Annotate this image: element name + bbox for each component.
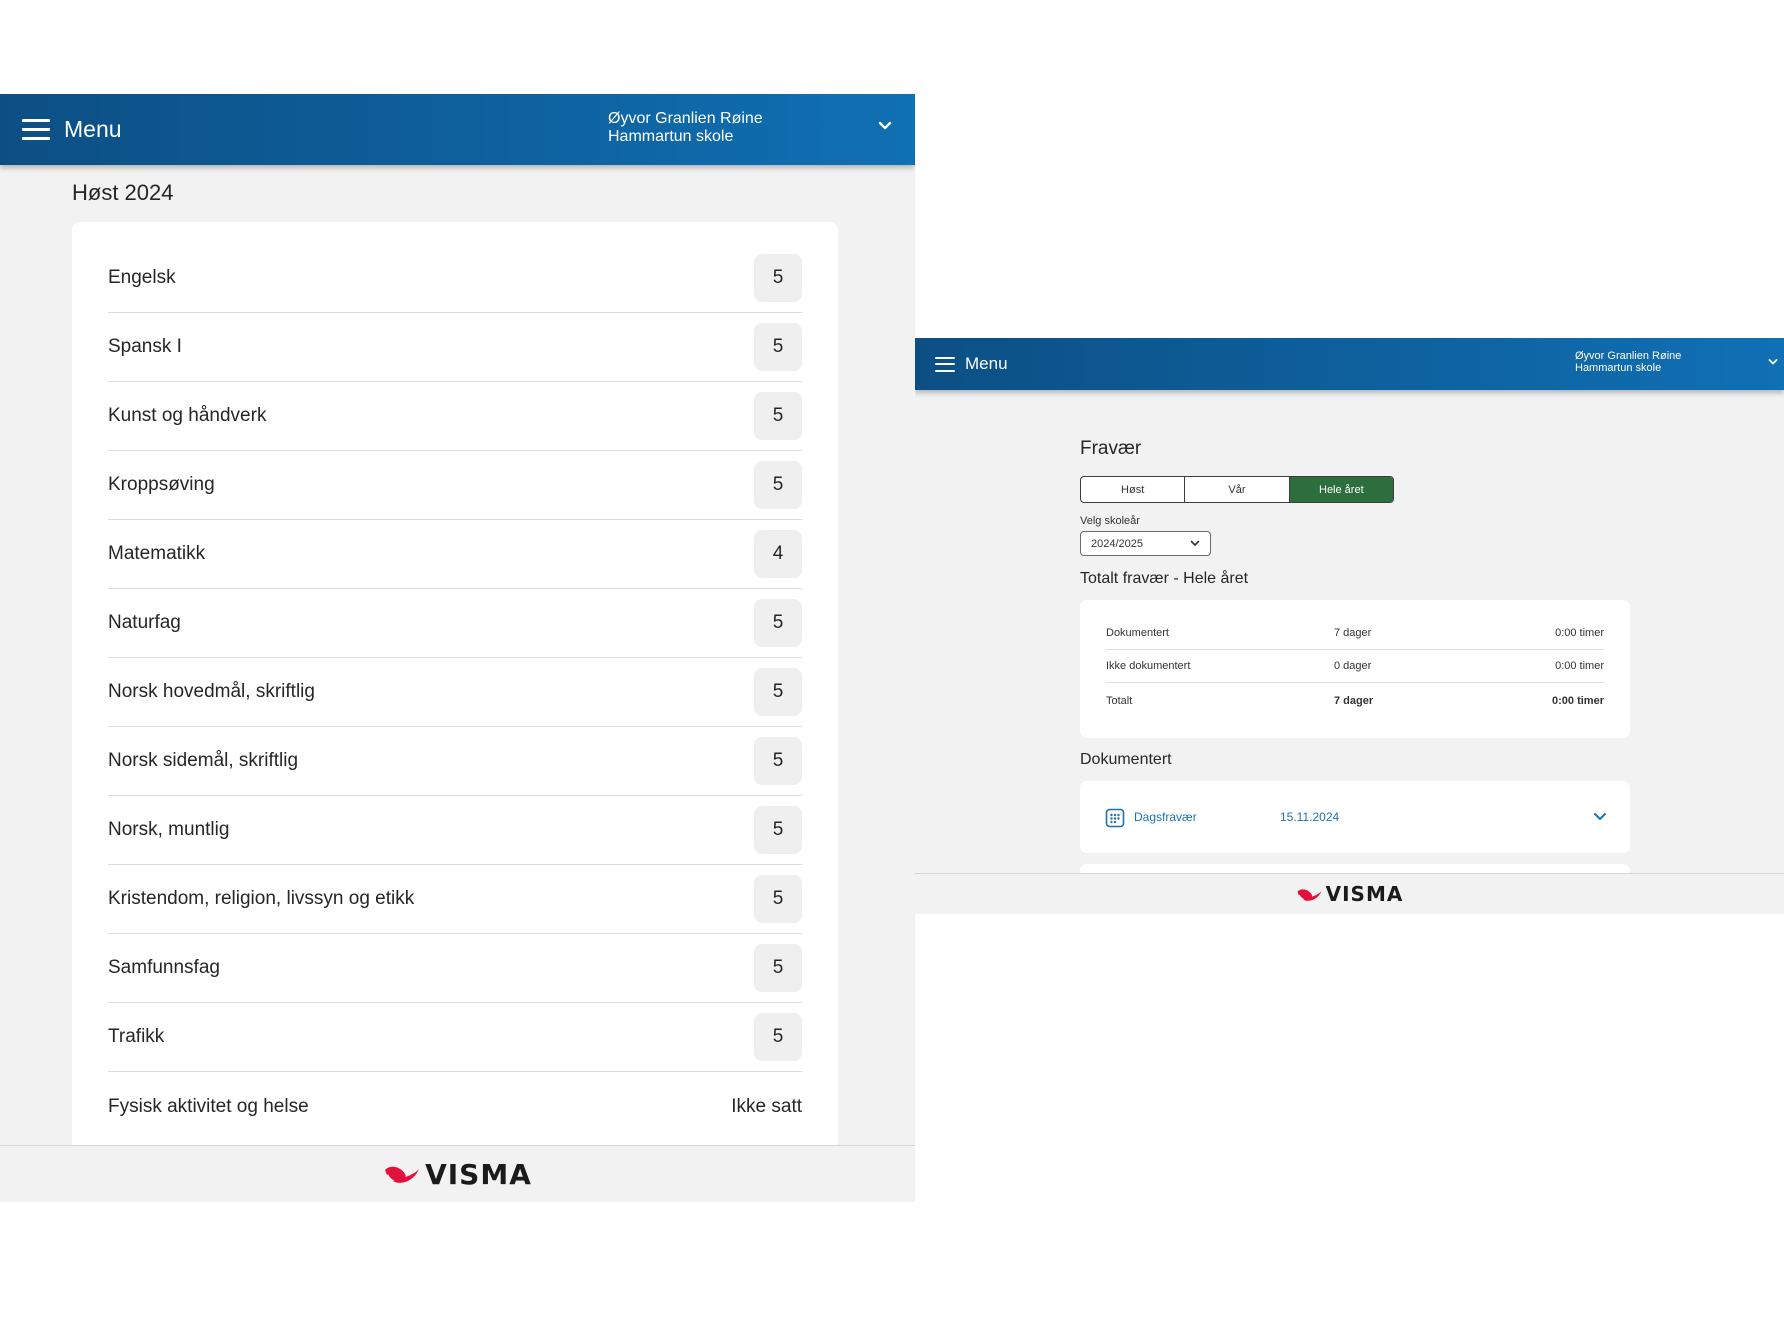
tab-var[interactable]: Vår (1185, 477, 1290, 502)
absence-row: Ikke dokumentert 0 dager 0:00 timer (1106, 650, 1604, 683)
subject-name: Norsk, muntlig (108, 819, 230, 840)
absence-type: Dagsfravær (1134, 810, 1197, 824)
grade-row: Norsk hovedmål, skriftlig 5 (108, 658, 802, 727)
expand-chevron-icon[interactable] (1593, 812, 1607, 821)
grades-card: Engelsk 5 Spansk I 5 Kunst og håndverk 5… (72, 222, 838, 1202)
absence-label: Ikke dokumentert (1106, 660, 1191, 672)
chevron-down-icon[interactable] (1768, 358, 1778, 366)
chevron-down-icon[interactable] (878, 121, 892, 131)
school-name: Hammartun skole (1575, 362, 1662, 375)
total-absence-title: Totalt fravær - Hele året (1080, 570, 1249, 587)
calendar-icon (1105, 808, 1125, 828)
subject-name: Kunst og håndverk (108, 405, 267, 426)
chevron-down-icon (1190, 540, 1200, 546)
subject-name: Matematikk (108, 543, 206, 564)
documented-item[interactable]: Dagsfravær 15.11.2024 (1080, 781, 1630, 853)
grade-row: Naturfag 5 (108, 589, 802, 658)
menu-label[interactable]: Menu (64, 116, 122, 143)
grade-row: Fysisk aktivitet og helse Ikke satt (108, 1072, 802, 1141)
section-title: Høst 2024 (72, 180, 174, 205)
page-title: Fravær (1080, 438, 1142, 459)
grade-row: Kristendom, religion, livssyn og etikk 5 (108, 865, 802, 934)
subject-name: Spansk I (108, 336, 182, 357)
grade-row: Trafikk 5 (108, 1003, 802, 1072)
absence-hours: 0:00 timer (1555, 627, 1604, 639)
grade-badge: 5 (754, 461, 802, 509)
absence-screen: Menu Øyvor Granlien Røine Hammartun skol… (915, 338, 1784, 914)
absence-label: Dokumentert (1106, 627, 1169, 639)
tab-hele-aret[interactable]: Hele året (1289, 477, 1393, 502)
school-year-select[interactable]: 2024/2025 (1080, 531, 1211, 556)
menu-label[interactable]: Menu (965, 354, 1008, 374)
visma-logo: VISMA (383, 1158, 532, 1191)
hamburger-icon[interactable] (22, 119, 50, 140)
grade-badge: 5 (754, 599, 802, 647)
grade-value: Ikke satt (731, 1095, 802, 1117)
absence-row: Dokumentert 7 dager 0:00 timer (1106, 617, 1604, 650)
tab-host[interactable]: Høst (1081, 477, 1186, 502)
visma-wordmark: VISMA (425, 1157, 532, 1191)
absence-total-row: Totalt 7 dager 0:00 timer (1106, 684, 1604, 717)
grade-row: Kroppsøving 5 (108, 451, 802, 520)
subject-name: Samfunnsfag (108, 957, 220, 978)
user-switcher[interactable]: Øyvor Granlien Røine Hammartun skole (1575, 350, 1681, 374)
grade-row: Samfunnsfag 5 (108, 934, 802, 1003)
subject-name: Fysisk aktivitet og helse (108, 1095, 309, 1117)
absence-hours: 0:00 timer (1552, 694, 1604, 707)
absence-label: Totalt (1106, 694, 1133, 707)
user-name: Øyvor Granlien Røine (608, 110, 763, 127)
grade-row: Spansk I 5 (108, 313, 802, 382)
visma-wordmark: VISMA (1325, 882, 1404, 906)
absence-days: 7 dager (1334, 627, 1372, 639)
school-year-label: Velg skoleår (1080, 515, 1140, 527)
grade-row: Norsk sidemål, skriftlig 5 (108, 727, 802, 796)
visma-mark-icon (1297, 888, 1322, 901)
subject-name: Kroppsøving (108, 474, 215, 495)
hamburger-icon[interactable] (935, 356, 955, 372)
grade-row: Norsk, muntlig 5 (108, 796, 802, 865)
grade-badge: 5 (754, 668, 802, 716)
user-name: Øyvor Granlien Røine (1575, 350, 1682, 362)
visma-mark-icon (385, 1166, 420, 1183)
subject-name: Engelsk (108, 267, 176, 288)
subject-name: Norsk hovedmål, skriftlig (108, 681, 315, 702)
user-switcher[interactable]: Øyvor Granlien Røine Hammartun skole (608, 110, 763, 145)
grade-badge: 5 (754, 737, 802, 785)
absence-days: 7 dager (1334, 694, 1374, 707)
absence-hours: 0:00 timer (1555, 660, 1604, 672)
absence-date: 15.11.2024 (1280, 810, 1340, 824)
grades-screen: Menu Øyvor Granlien Røine Hammartun skol… (0, 94, 915, 1202)
grade-row: Engelsk 5 (108, 244, 802, 313)
grade-row: Kunst og håndverk 5 (108, 382, 802, 451)
grade-badge: 5 (754, 392, 802, 440)
subject-name: Trafikk (108, 1026, 165, 1047)
footer: VISMA (0, 1145, 915, 1202)
visma-logo: VISMA (1296, 882, 1404, 906)
grade-badge: 5 (754, 806, 802, 854)
grade-badge: 5 (754, 254, 802, 302)
documented-title: Dokumentert (1080, 751, 1172, 768)
grade-badge: 5 (754, 1013, 802, 1061)
app-header: Menu Øyvor Granlien Røine Hammartun skol… (0, 94, 915, 165)
school-name: Hammartun skole (608, 127, 734, 145)
grade-badge: 5 (754, 944, 802, 992)
grade-row: Matematikk 4 (108, 520, 802, 589)
subject-name: Norsk sidemål, skriftlig (108, 750, 299, 771)
grade-badge: 4 (754, 530, 802, 578)
total-absence-card: Dokumentert 7 dager 0:00 timer Ikke doku… (1080, 600, 1630, 738)
footer: VISMA (915, 873, 1784, 914)
period-selector: Høst Vår Hele året (1080, 476, 1394, 503)
grade-badge: 5 (754, 323, 802, 371)
app-header: Menu Øyvor Granlien Røine Hammartun skol… (915, 338, 1784, 390)
grade-badge: 5 (754, 875, 802, 923)
school-year-value: 2024/2025 (1091, 537, 1143, 550)
subject-name: Naturfag (108, 612, 181, 633)
subject-name: Kristendom, religion, livssyn og etikk (108, 888, 415, 909)
absence-days: 0 dager (1334, 660, 1372, 672)
